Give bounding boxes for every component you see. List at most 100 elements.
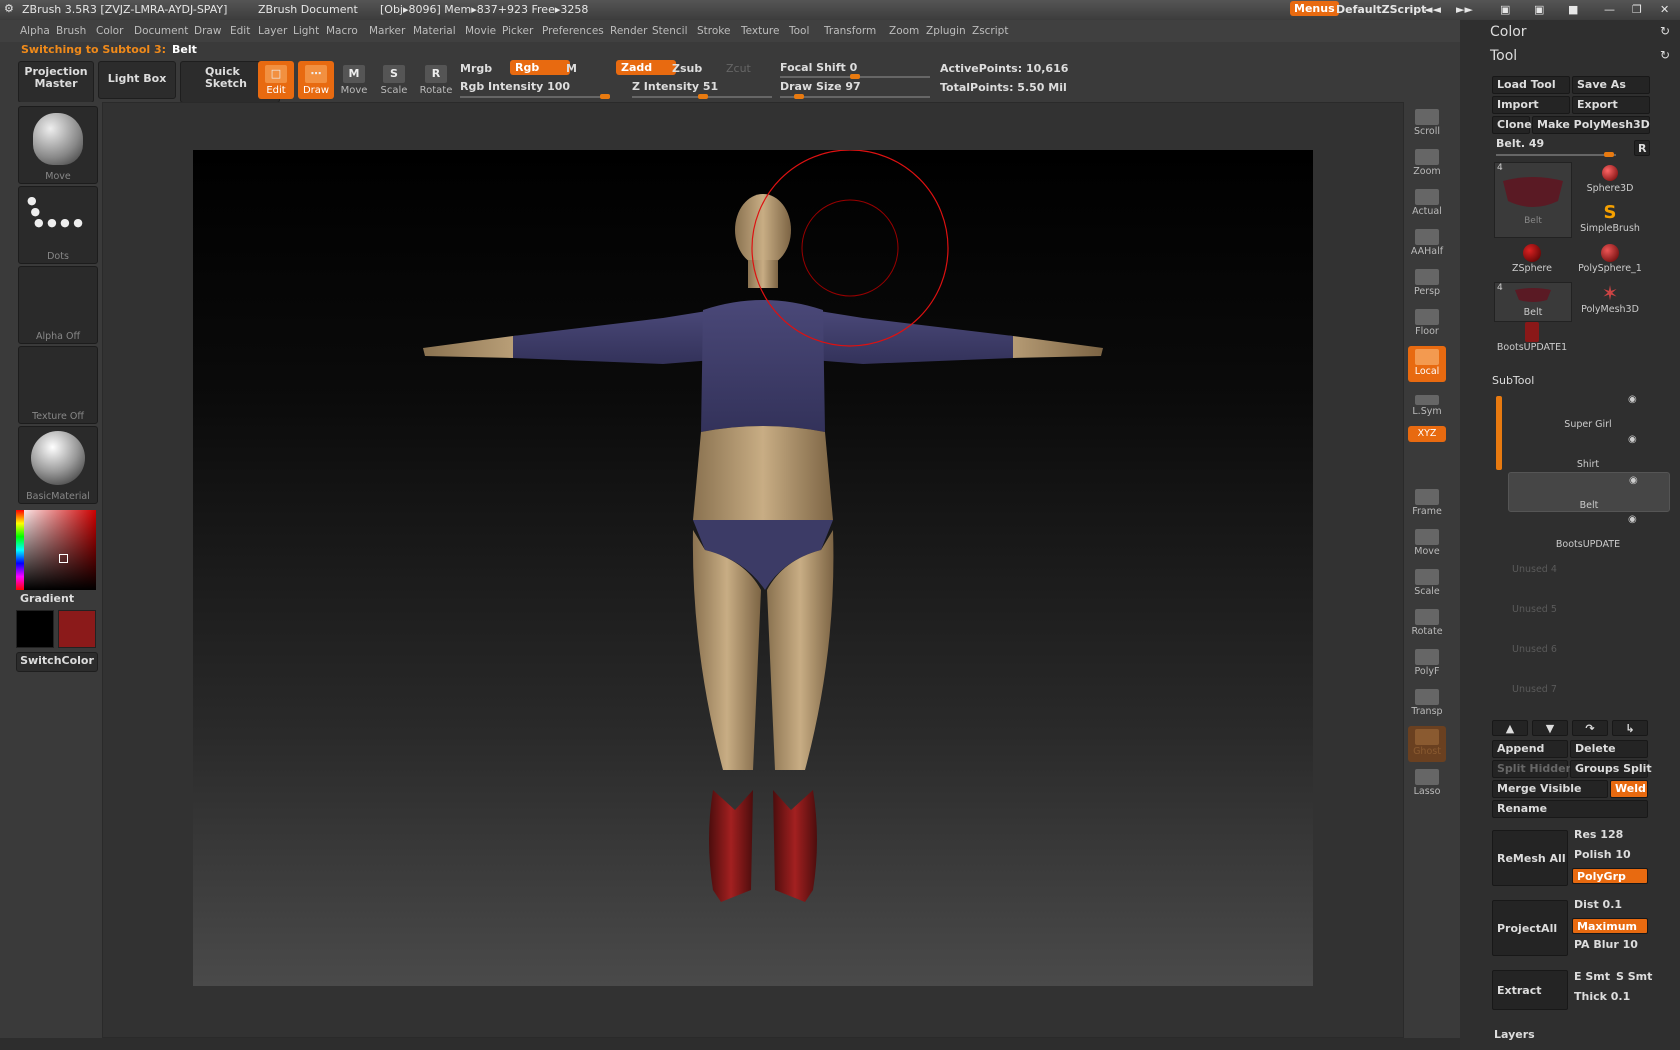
menu-preferences[interactable]: Preferences bbox=[542, 25, 604, 37]
subtool-scrollbar[interactable] bbox=[1496, 396, 1502, 470]
draw-mode-button[interactable]: ⋯ Draw bbox=[298, 61, 334, 99]
polygrp-toggle[interactable]: PolyGrp bbox=[1572, 868, 1648, 884]
focal-shift-slider[interactable] bbox=[780, 74, 930, 79]
menu-edit[interactable]: Edit bbox=[230, 25, 250, 37]
transp-button[interactable]: Transp bbox=[1408, 686, 1446, 722]
menu-stroke[interactable]: Stroke bbox=[697, 25, 730, 37]
local-button[interactable]: Local bbox=[1408, 346, 1446, 382]
visibility-eye-icon[interactable]: ◉ bbox=[1628, 394, 1637, 405]
save-as-button[interactable]: Save As bbox=[1572, 76, 1650, 94]
visibility-eye-icon-3[interactable]: ◉ bbox=[1629, 475, 1638, 486]
actual-button[interactable]: Actual bbox=[1408, 186, 1446, 222]
scale-mode-button[interactable]: S Scale bbox=[376, 61, 412, 99]
split-hidden-button[interactable]: Split Hidden bbox=[1492, 760, 1573, 778]
tool-polysphere[interactable]: PolySphere_1 bbox=[1572, 242, 1648, 280]
rgb-intensity-knob[interactable] bbox=[600, 94, 610, 99]
menu-draw[interactable]: Draw bbox=[194, 25, 221, 37]
menu-movie[interactable]: Movie bbox=[465, 25, 496, 37]
texture-selector[interactable]: Texture Off bbox=[18, 346, 98, 424]
visibility-eye-icon-4[interactable]: ◉ bbox=[1628, 514, 1637, 525]
project-all-button[interactable]: ProjectAll bbox=[1492, 900, 1568, 956]
subtool-shirt[interactable]: Shirt ◉ bbox=[1508, 432, 1668, 470]
aahalf-button[interactable]: AAHalf bbox=[1408, 226, 1446, 262]
mrgb-toggle[interactable]: Mrgb bbox=[460, 62, 492, 75]
tool-slider[interactable] bbox=[1496, 152, 1616, 157]
edit-mode-button[interactable]: □ Edit bbox=[258, 61, 294, 99]
redo-icon[interactable]: ↷ bbox=[1572, 720, 1608, 736]
tool-refresh-icon[interactable]: ↻ bbox=[1660, 48, 1670, 62]
extract-button[interactable]: Extract bbox=[1492, 970, 1568, 1010]
floor-button[interactable]: Floor bbox=[1408, 306, 1446, 342]
move-down-button[interactable]: ▼ bbox=[1532, 720, 1568, 736]
color-palette-title[interactable]: Color bbox=[1490, 24, 1527, 40]
z-intensity-slider[interactable] bbox=[632, 94, 772, 99]
subtool-super-girl[interactable]: Super Girl ◉ bbox=[1508, 392, 1668, 430]
rotate-mode-button[interactable]: R Rotate bbox=[418, 61, 454, 99]
main-color-swatch[interactable] bbox=[16, 610, 54, 648]
document-canvas[interactable] bbox=[193, 150, 1313, 986]
tool-sphere3d[interactable]: Sphere3D bbox=[1572, 162, 1648, 200]
menu-brush[interactable]: Brush bbox=[56, 25, 86, 37]
material-selector[interactable]: BasicMaterial bbox=[18, 426, 98, 504]
menu-layer[interactable]: Layer bbox=[258, 25, 287, 37]
zsub-toggle[interactable]: Zsub bbox=[672, 62, 702, 75]
menu-material[interactable]: Material bbox=[413, 25, 456, 37]
menu-picker[interactable]: Picker bbox=[502, 25, 533, 37]
tool-zsphere[interactable]: ZSphere bbox=[1494, 242, 1570, 280]
color-refresh-icon[interactable]: ↻ bbox=[1660, 24, 1670, 38]
polyf-button[interactable]: PolyF bbox=[1408, 646, 1446, 682]
menu-render[interactable]: Render bbox=[610, 25, 647, 37]
menu-color[interactable]: Color bbox=[96, 25, 123, 37]
zscript-button[interactable]: DefaultZScript bbox=[1336, 3, 1426, 16]
remesh-all-button[interactable]: ReMesh All bbox=[1492, 830, 1568, 886]
draw-size-knob[interactable] bbox=[793, 94, 804, 99]
rgb-intensity-slider[interactable] bbox=[460, 94, 610, 99]
menu-marker[interactable]: Marker bbox=[369, 25, 405, 37]
gradient-label[interactable]: Gradient bbox=[20, 592, 74, 605]
clone-button[interactable]: Clone bbox=[1492, 116, 1532, 134]
ghost-button[interactable]: Ghost bbox=[1408, 726, 1446, 762]
menu-light[interactable]: Light bbox=[293, 25, 319, 37]
frame-button[interactable]: Frame bbox=[1408, 486, 1446, 522]
lsym-button[interactable]: L.Sym bbox=[1408, 392, 1446, 428]
tool-polymesh3d[interactable]: ✶ PolyMesh3D bbox=[1572, 282, 1648, 320]
draw-size-slider[interactable] bbox=[780, 94, 930, 99]
load-tool-button[interactable]: Load Tool bbox=[1492, 76, 1570, 94]
z-intensity-knob[interactable] bbox=[698, 94, 709, 99]
menus-button[interactable]: Menus bbox=[1290, 1, 1339, 16]
merge-visible-button[interactable]: Merge Visible bbox=[1492, 780, 1608, 798]
tool-simplebrush[interactable]: S SimpleBrush bbox=[1572, 202, 1648, 240]
brush-selector[interactable]: Move bbox=[18, 106, 98, 184]
visibility-eye-icon-2[interactable]: ◉ bbox=[1628, 434, 1637, 445]
tool-slider-knob[interactable] bbox=[1604, 152, 1614, 157]
move-view-button[interactable]: Move bbox=[1408, 526, 1446, 562]
zadd-toggle[interactable]: Zadd bbox=[616, 60, 676, 75]
bottom-tray-handle[interactable] bbox=[0, 1038, 1460, 1050]
menu-document[interactable]: Document bbox=[134, 25, 188, 37]
rotate-view-button[interactable]: Rotate bbox=[1408, 606, 1446, 642]
export-button[interactable]: Export bbox=[1572, 96, 1650, 114]
color-cursor[interactable] bbox=[59, 554, 68, 563]
r-button[interactable]: R bbox=[1634, 140, 1650, 156]
tool-belt-2[interactable]: 4 Belt bbox=[1494, 282, 1572, 322]
weld-toggle[interactable]: Weld bbox=[1610, 780, 1648, 798]
subtool-title[interactable]: SubTool bbox=[1492, 374, 1534, 387]
lasso-button[interactable]: Lasso bbox=[1408, 766, 1446, 802]
make-polymesh-button[interactable]: Make PolyMesh3D bbox=[1532, 116, 1650, 134]
menu-zoom[interactable]: Zoom bbox=[889, 25, 919, 37]
tool-thumb-belt[interactable]: 4 Belt bbox=[1494, 162, 1572, 238]
hue-strip[interactable] bbox=[16, 510, 24, 590]
groups-split-button[interactable]: Groups Split bbox=[1570, 760, 1652, 778]
rgb-toggle[interactable]: Rgb bbox=[510, 60, 570, 75]
secondary-color-swatch[interactable] bbox=[58, 610, 96, 648]
scroll-right-icon[interactable]: ►► bbox=[1456, 3, 1473, 16]
menu-texture[interactable]: Texture bbox=[741, 25, 779, 37]
scroll-button[interactable]: Scroll bbox=[1408, 106, 1446, 142]
menu-tool[interactable]: Tool bbox=[789, 25, 809, 37]
menu-alpha[interactable]: Alpha bbox=[20, 25, 50, 37]
menu-zscript[interactable]: Zscript bbox=[972, 25, 1008, 37]
light-box-button[interactable]: Light Box bbox=[98, 61, 176, 99]
character-model[interactable] bbox=[193, 150, 1313, 986]
projection-master-button[interactable]: Projection Master bbox=[18, 61, 94, 103]
alpha-selector[interactable]: Alpha Off bbox=[18, 266, 98, 344]
